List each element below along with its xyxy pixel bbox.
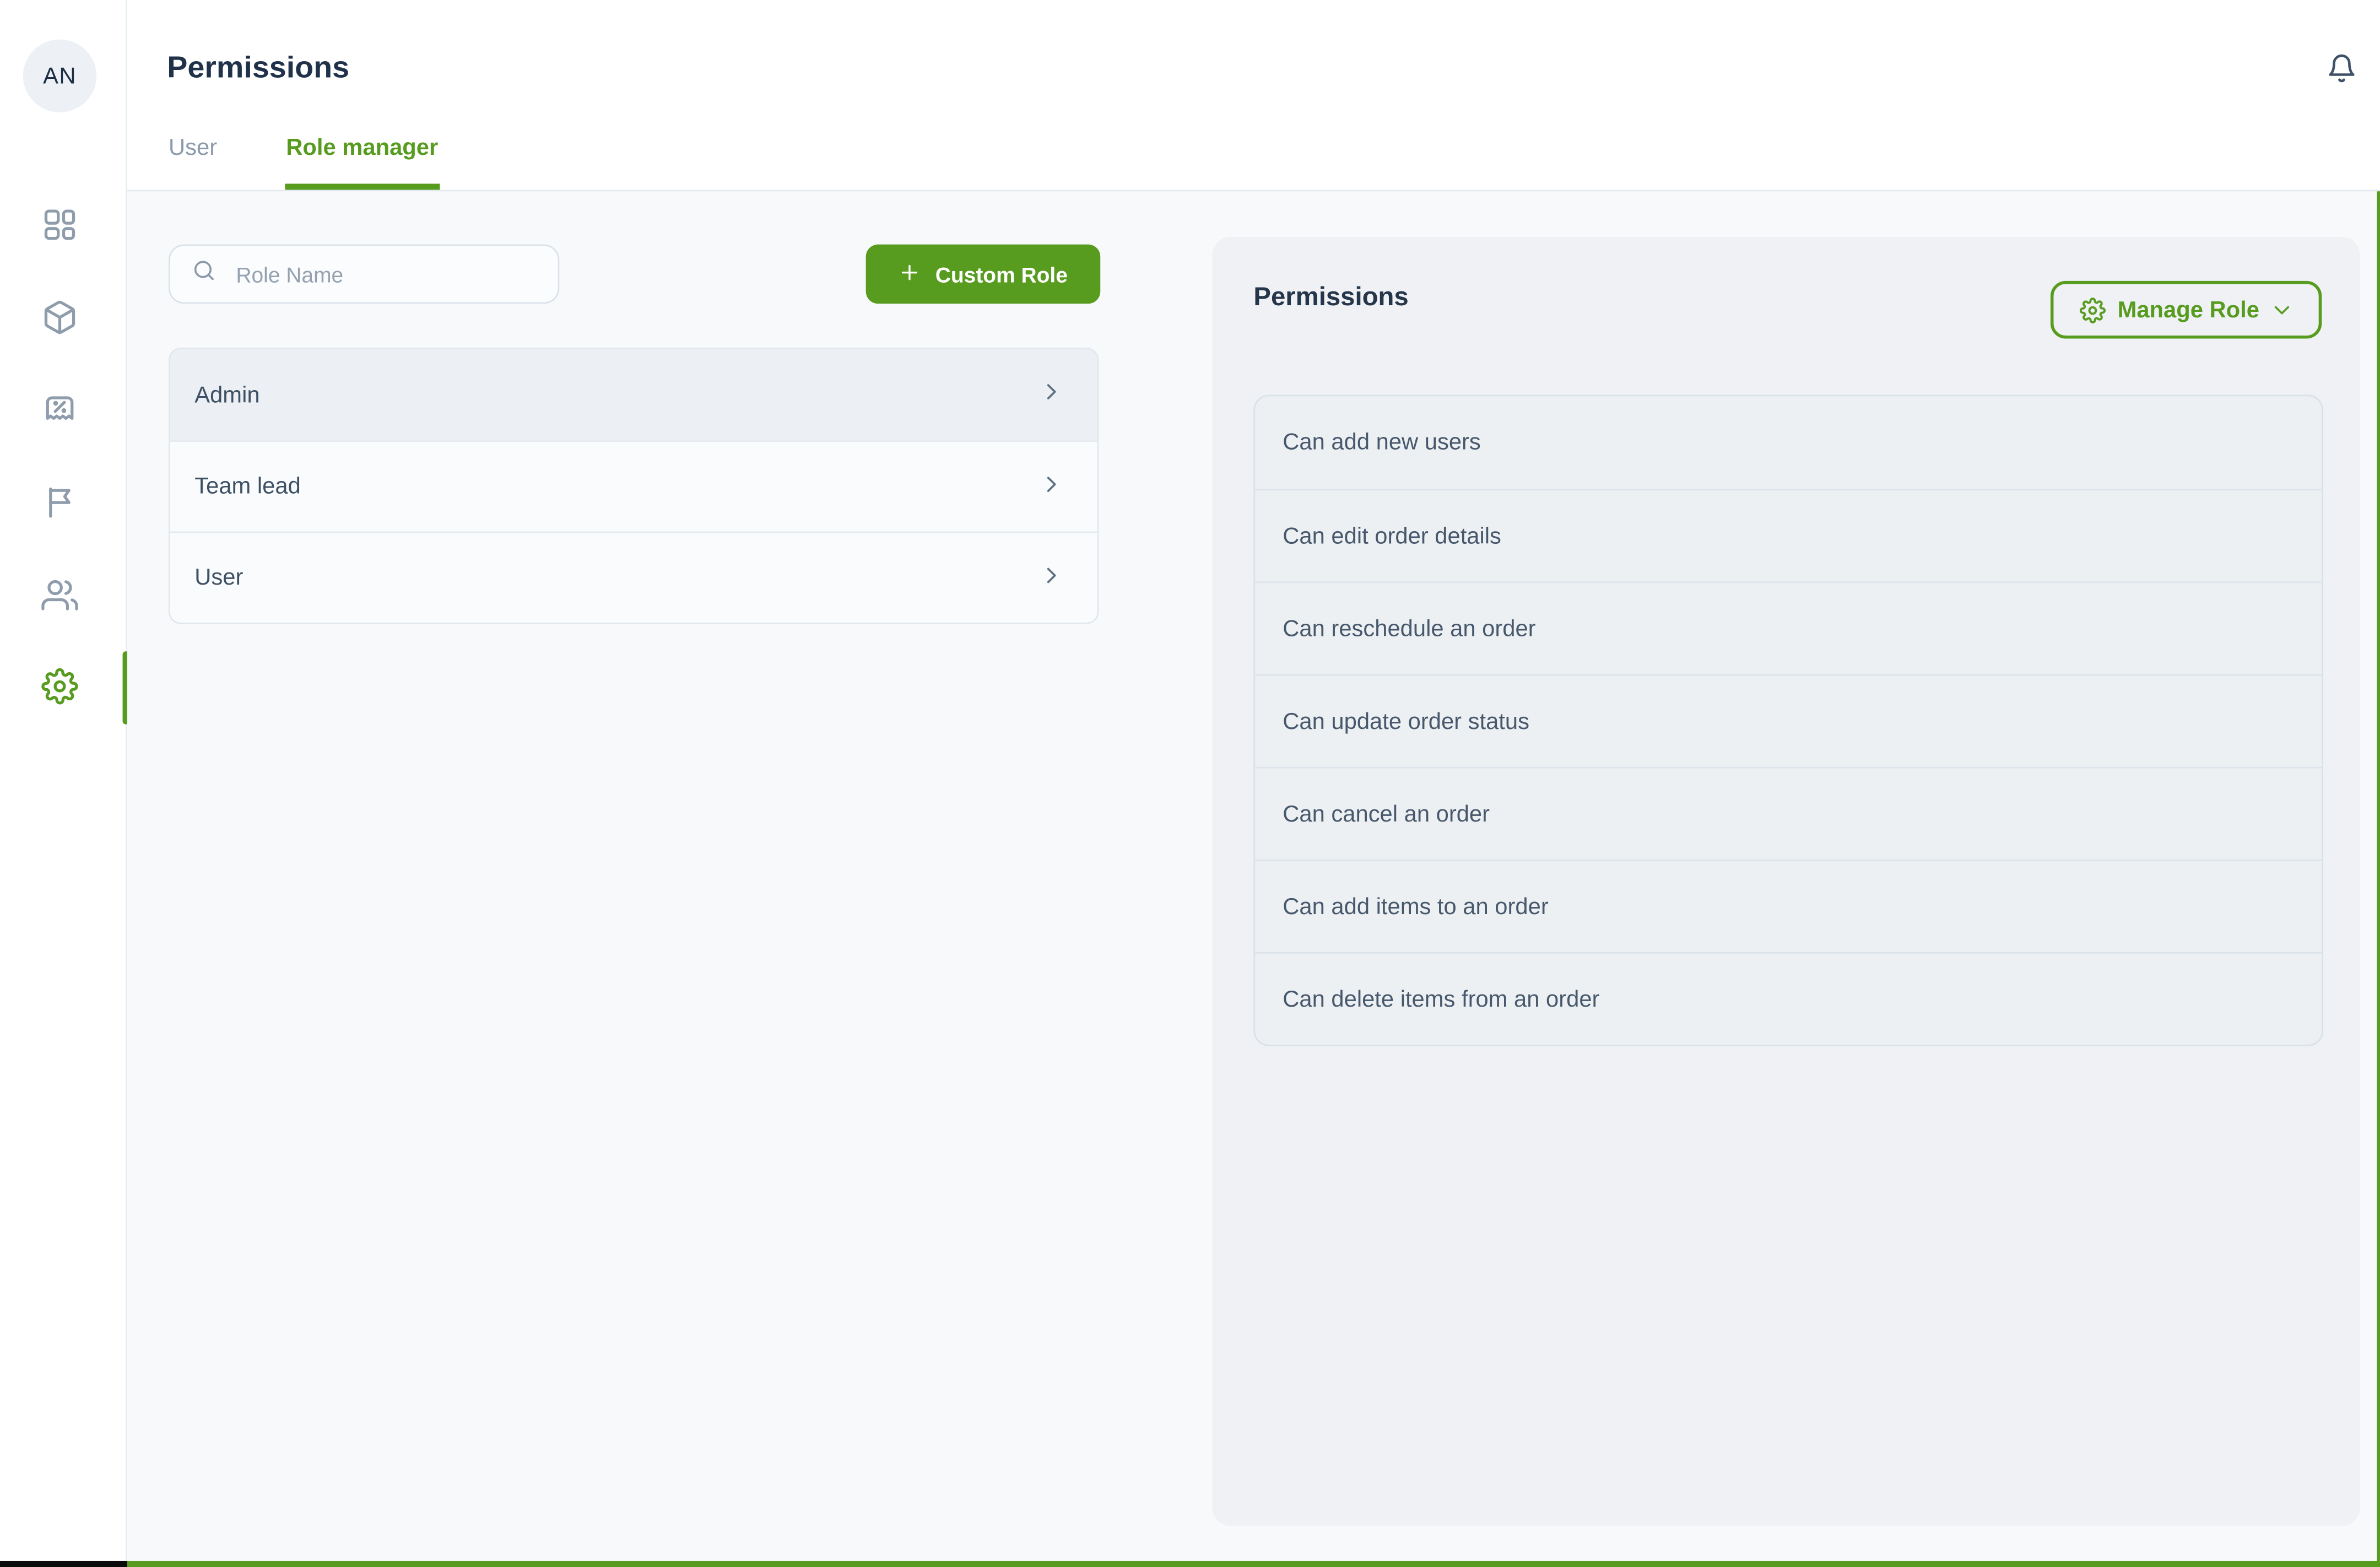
- page-title: Permissions: [167, 52, 349, 87]
- right-accent-strip: [2377, 191, 2380, 1567]
- sidebar-item-products[interactable]: [41, 299, 78, 336]
- package-icon: [41, 299, 78, 336]
- gear-icon: [2079, 297, 2105, 323]
- tab-role-manager[interactable]: Role manager: [284, 135, 440, 190]
- flag-icon: [41, 484, 78, 521]
- bottom-accent-bar: [127, 1561, 2380, 1567]
- users-icon: [41, 577, 78, 613]
- permission-row: Can add new users: [1255, 396, 2322, 489]
- tab-user[interactable]: User: [167, 135, 219, 190]
- permissions-card: Permissions Manage Role Can add new user…: [1212, 237, 2360, 1526]
- permissions-card-title: Permissions: [1253, 283, 1408, 313]
- plus-icon: [899, 261, 922, 288]
- permission-row: Can edit order details: [1255, 489, 2322, 581]
- sidebar-item-flags[interactable]: [41, 484, 78, 521]
- discount-icon: [41, 390, 78, 426]
- role-row-team-lead[interactable]: Team lead: [170, 440, 1097, 531]
- dashboard-icon: [41, 207, 78, 243]
- sidebar: AN: [0, 0, 127, 1561]
- chevron-right-icon: [1039, 380, 1064, 410]
- notifications-bell-icon[interactable]: [2327, 53, 2357, 83]
- chevron-down-icon: [2271, 299, 2293, 321]
- role-row-admin[interactable]: Admin: [170, 349, 1097, 440]
- role-list: Admin Team lead User: [169, 348, 1099, 624]
- avatar[interactable]: AN: [23, 40, 97, 112]
- custom-role-button-label: Custom Role: [935, 262, 1068, 286]
- chevron-right-icon: [1039, 472, 1064, 502]
- custom-role-button[interactable]: Custom Role: [866, 245, 1101, 304]
- settings-icon: [41, 668, 78, 705]
- sidebar-item-dashboard[interactable]: [41, 207, 78, 243]
- permission-row: Can update order status: [1255, 674, 2322, 767]
- manage-role-button-label: Manage Role: [2118, 297, 2259, 323]
- role-search: [169, 245, 559, 304]
- sidebar-item-users[interactable]: [41, 577, 78, 613]
- tab-bar: User Role manager: [167, 135, 440, 190]
- search-icon: [192, 257, 218, 291]
- permission-row: Can add items to an order: [1255, 860, 2322, 952]
- permission-list: Can add new users Can edit order details…: [1253, 395, 2323, 1046]
- sidebar-item-settings[interactable]: [41, 668, 78, 705]
- role-row-user[interactable]: User: [170, 532, 1097, 623]
- role-name: Team lead: [194, 474, 301, 500]
- permission-row: Can reschedule an order: [1255, 581, 2322, 674]
- permission-row: Can cancel an order: [1255, 767, 2322, 860]
- active-nav-indicator: [123, 651, 127, 724]
- chevron-right-icon: [1039, 563, 1064, 593]
- app-window: AN: [0, 0, 2380, 1567]
- sidebar-item-discounts[interactable]: [41, 390, 78, 426]
- role-name: Admin: [194, 382, 259, 408]
- permission-row: Can delete items from an order: [1255, 952, 2322, 1045]
- role-name: User: [194, 565, 243, 591]
- header: Permissions User Role manager: [127, 0, 2380, 191]
- manage-role-button[interactable]: Manage Role: [2051, 281, 2322, 339]
- role-search-input[interactable]: [233, 261, 509, 288]
- main-content: Custom Role Admin Team lead User: [127, 191, 2380, 1567]
- bottom-left-strip: [0, 1561, 127, 1567]
